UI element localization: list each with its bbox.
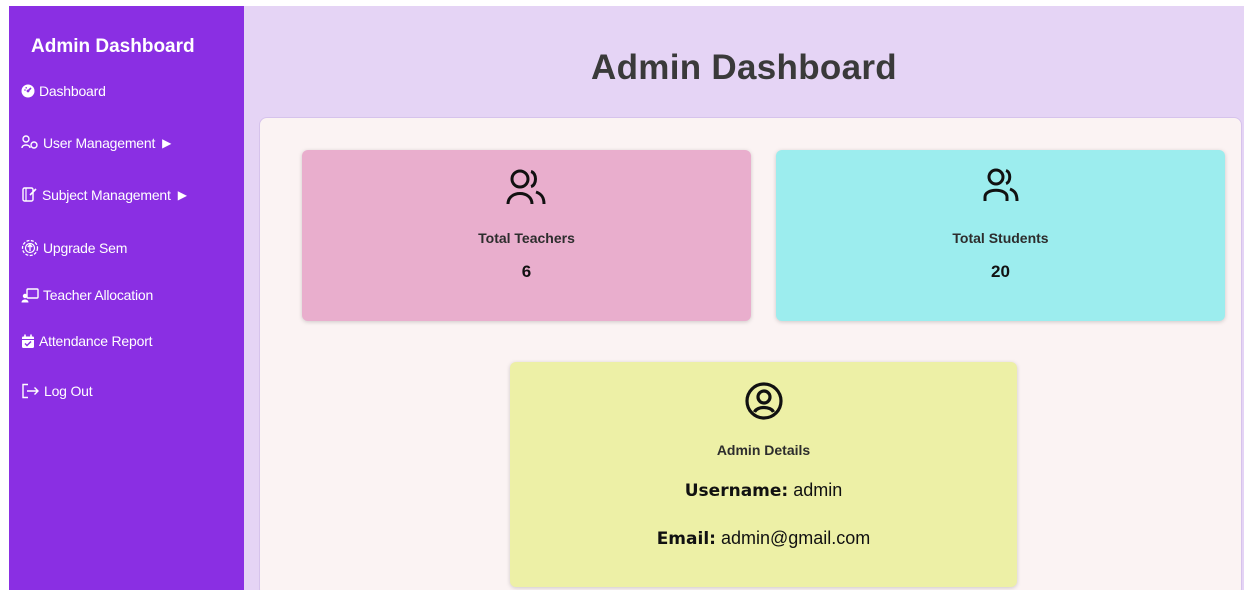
sidebar-item-upgrade-sem[interactable]: Upgrade Sem <box>21 239 127 257</box>
admin-details-card: Admin Details Username: admin Email: adm… <box>510 362 1017 587</box>
sidebar-item-label: Dashboard <box>39 83 106 99</box>
card-value: 6 <box>521 262 532 281</box>
sidebar-item-label: Teacher Allocation <box>43 287 154 303</box>
sidebar-item-attendance-report[interactable]: Attendance Report <box>21 333 153 349</box>
sidebar-item-teacher-allocation[interactable]: Teacher Allocation <box>21 287 153 303</box>
sidebar-brand: Admin Dashboard <box>31 36 195 57</box>
page-title: Admin Dashboard <box>591 48 897 87</box>
user-circle-icon <box>744 382 783 420</box>
admin-details-title: Admin Details <box>716 442 811 458</box>
calendar-check-icon <box>22 334 34 348</box>
username-value: admin <box>793 480 843 500</box>
users-icon-wrap <box>302 168 751 206</box>
sidebar-item-log-out[interactable]: Log Out <box>21 383 93 399</box>
dashboard-gauge-icon <box>21 84 35 98</box>
subject-book-icon <box>22 187 37 202</box>
total-students-card: Total Students 20 <box>776 150 1225 321</box>
card-value: 20 <box>991 262 1010 281</box>
admin-username-row: Username: admin <box>510 480 1017 501</box>
sidebar-item-subject-management[interactable]: Subject Management ▶ <box>21 186 187 203</box>
teacher-board-icon <box>21 287 39 302</box>
sidebar-item-user-management[interactable]: User Management ▶ <box>21 135 171 151</box>
card-label: Total Teachers <box>478 230 575 246</box>
user-management-icon <box>21 135 38 149</box>
sidebar-item-dashboard[interactable]: Dashboard <box>21 83 106 99</box>
username-label: Username: <box>684 481 789 501</box>
user-circle-icon-wrap <box>510 381 1017 421</box>
total-teachers-card: Total Teachers 6 <box>302 150 751 321</box>
sidebar-item-label: Log Out <box>44 383 93 399</box>
upgrade-circle-icon <box>21 239 39 257</box>
sidebar-item-label: Attendance Report <box>39 333 153 349</box>
expand-arrow-icon: ▶ <box>177 187 187 202</box>
expand-arrow-icon: ▶ <box>162 136 172 150</box>
logout-icon <box>22 383 39 399</box>
sidebar-item-label: Subject Management <box>42 186 171 203</box>
admin-email-row: Email: admin@gmail.com <box>510 528 1017 549</box>
email-value: admin@gmail.com <box>720 528 871 548</box>
sidebar-item-label: User Management <box>43 135 156 151</box>
students-icon-wrap <box>776 167 1225 205</box>
students-icon <box>983 168 1018 202</box>
card-label: Total Students <box>952 230 1049 246</box>
sidebar-item-label: Upgrade Sem <box>43 240 128 256</box>
email-label: Email: <box>656 529 716 549</box>
users-icon <box>506 169 545 205</box>
